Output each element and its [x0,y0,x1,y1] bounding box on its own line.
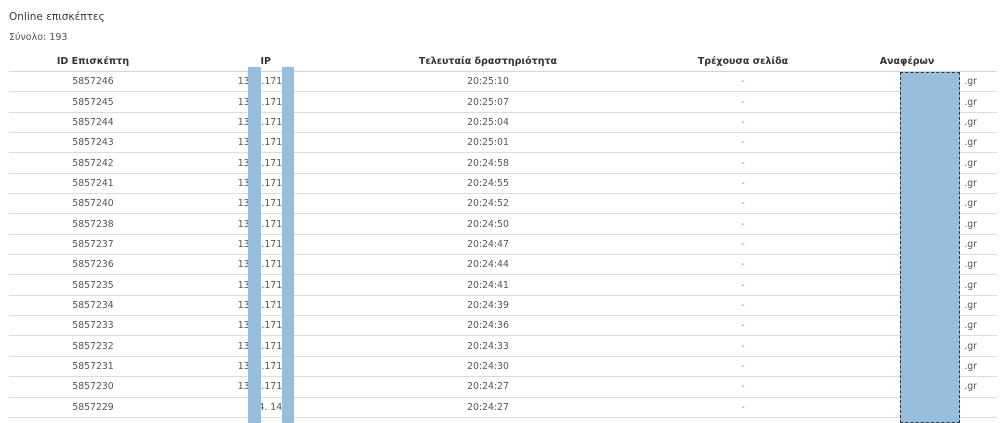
cell-current-page: - [669,91,817,113]
visitor-total: Σύνολο: 193 [9,32,68,43]
table-row[interactable]: 5857245 135. .171 1 20:25:07- .gr [9,91,997,113]
cell-id: 5857238 [9,213,177,235]
cell-current-page: - [669,376,817,398]
cell-current-page: - [669,112,817,134]
cell-last-activity: 20:24:27 [307,397,669,418]
cell-last-activity: 20:24:55 [307,173,669,195]
table-row[interactable]: 5857230 135. .171 1 20:24:27- .gr [9,376,997,398]
online-visitors-table: ID Επισκέπτη IP Τελευταία δραστηριότητα … [9,52,997,418]
cell-last-activity: 20:24:27 [307,376,669,398]
table-row[interactable]: 5857235 135. .171 1 20:24:41- .gr [9,274,997,296]
cell-last-activity: 20:24:50 [307,213,669,235]
cell-current-page: - [669,397,817,418]
table-header-row: ID Επισκέπτη IP Τελευταία δραστηριότητα … [9,52,997,72]
column-header-id[interactable]: ID Επισκέπτη [9,52,177,72]
cell-last-activity: 20:24:44 [307,254,669,276]
table-row[interactable]: 5857233 135. .171 1 20:24:36- .gr [9,315,997,337]
cell-current-page: - [669,274,817,296]
cell-id: 5857234 [9,295,177,317]
cell-id: 5857244 [9,112,177,134]
cell-current-page: - [669,295,817,317]
cell-id: 5857243 [9,132,177,154]
table-row[interactable]: 5857244 135. .171 1 20:25:04- .gr [9,112,997,134]
cell-id: 5857240 [9,193,177,215]
cell-id: 5857232 [9,335,177,357]
table-row[interactable]: 5857238 135. .171 1 20:24:50- .gr [9,213,997,235]
cell-current-page: - [669,132,817,154]
cell-id: 5857242 [9,152,177,174]
cell-last-activity: 20:25:10 [307,71,669,93]
table-row[interactable]: 5857246 135. .171 1 20:25:10- .gr [9,71,997,93]
cell-last-activity: 20:25:07 [307,91,669,113]
cell-id: 5857233 [9,315,177,337]
cell-current-page: - [669,152,817,174]
cell-current-page: - [669,173,817,195]
column-header-last-activity[interactable]: Τελευταία δραστηριότητα [307,52,669,72]
redaction-bar-ip-1 [248,67,261,423]
cell-last-activity: 20:24:41 [307,274,669,296]
cell-id: 5857230 [9,376,177,398]
cell-last-activity: 20:24:33 [307,335,669,357]
cell-current-page: - [669,234,817,256]
table-row[interactable]: 5857236 135. .171 1 20:24:44- .gr [9,254,997,276]
cell-id: 5857236 [9,254,177,276]
cell-last-activity: 20:25:04 [307,112,669,134]
cell-current-page: - [669,193,817,215]
table-row[interactable]: 5857231 135. .171 1 20:24:30- .gr [9,356,997,378]
cell-last-activity: 20:24:36 [307,315,669,337]
table-row[interactable]: 5857241 135. .171 1 20:24:55- .gr [9,173,997,195]
column-header-current-page[interactable]: Τρέχουσα σελίδα [669,52,817,72]
cell-current-page: - [669,356,817,378]
table-row[interactable]: 5857242 135. .171 1 20:24:58- .gr [9,152,997,174]
cell-last-activity: 20:24:47 [307,234,669,256]
table-row[interactable]: 5857243 135. .171 1 20:25:01- .gr [9,132,997,154]
cell-last-activity: 20:24:39 [307,295,669,317]
cell-current-page: - [669,335,817,357]
table-row[interactable]: 5857229 54. 148. 20:24:27- [9,397,997,418]
table-row[interactable]: 5857234 135. .171 1 20:24:39- .gr [9,295,997,317]
cell-current-page: - [669,254,817,276]
cell-last-activity: 20:24:52 [307,193,669,215]
cell-current-page: - [669,213,817,235]
cell-id: 5857229 [9,397,177,418]
table-row[interactable]: 5857240 135. .171 1 20:24:52- .gr [9,193,997,215]
column-header-referrer[interactable]: Αναφέρων [817,52,997,72]
cell-last-activity: 20:25:01 [307,132,669,154]
cell-current-page: - [669,315,817,337]
cell-id: 5857241 [9,173,177,195]
redaction-bar-referrer [900,72,960,423]
cell-id: 5857237 [9,234,177,256]
cell-id: 5857231 [9,356,177,378]
cell-id: 5857245 [9,91,177,113]
table-row[interactable]: 5857232 135. .171 1 20:24:33- .gr [9,335,997,357]
cell-id: 5857246 [9,71,177,93]
cell-id: 5857235 [9,274,177,296]
cell-last-activity: 20:24:58 [307,152,669,174]
redaction-bar-ip-2 [282,67,294,423]
cell-last-activity: 20:24:30 [307,356,669,378]
cell-current-page: - [669,71,817,93]
page-title: Online επισκέπτες [9,11,105,23]
table-row[interactable]: 5857237 135. .171 1 20:24:47- .gr [9,234,997,256]
